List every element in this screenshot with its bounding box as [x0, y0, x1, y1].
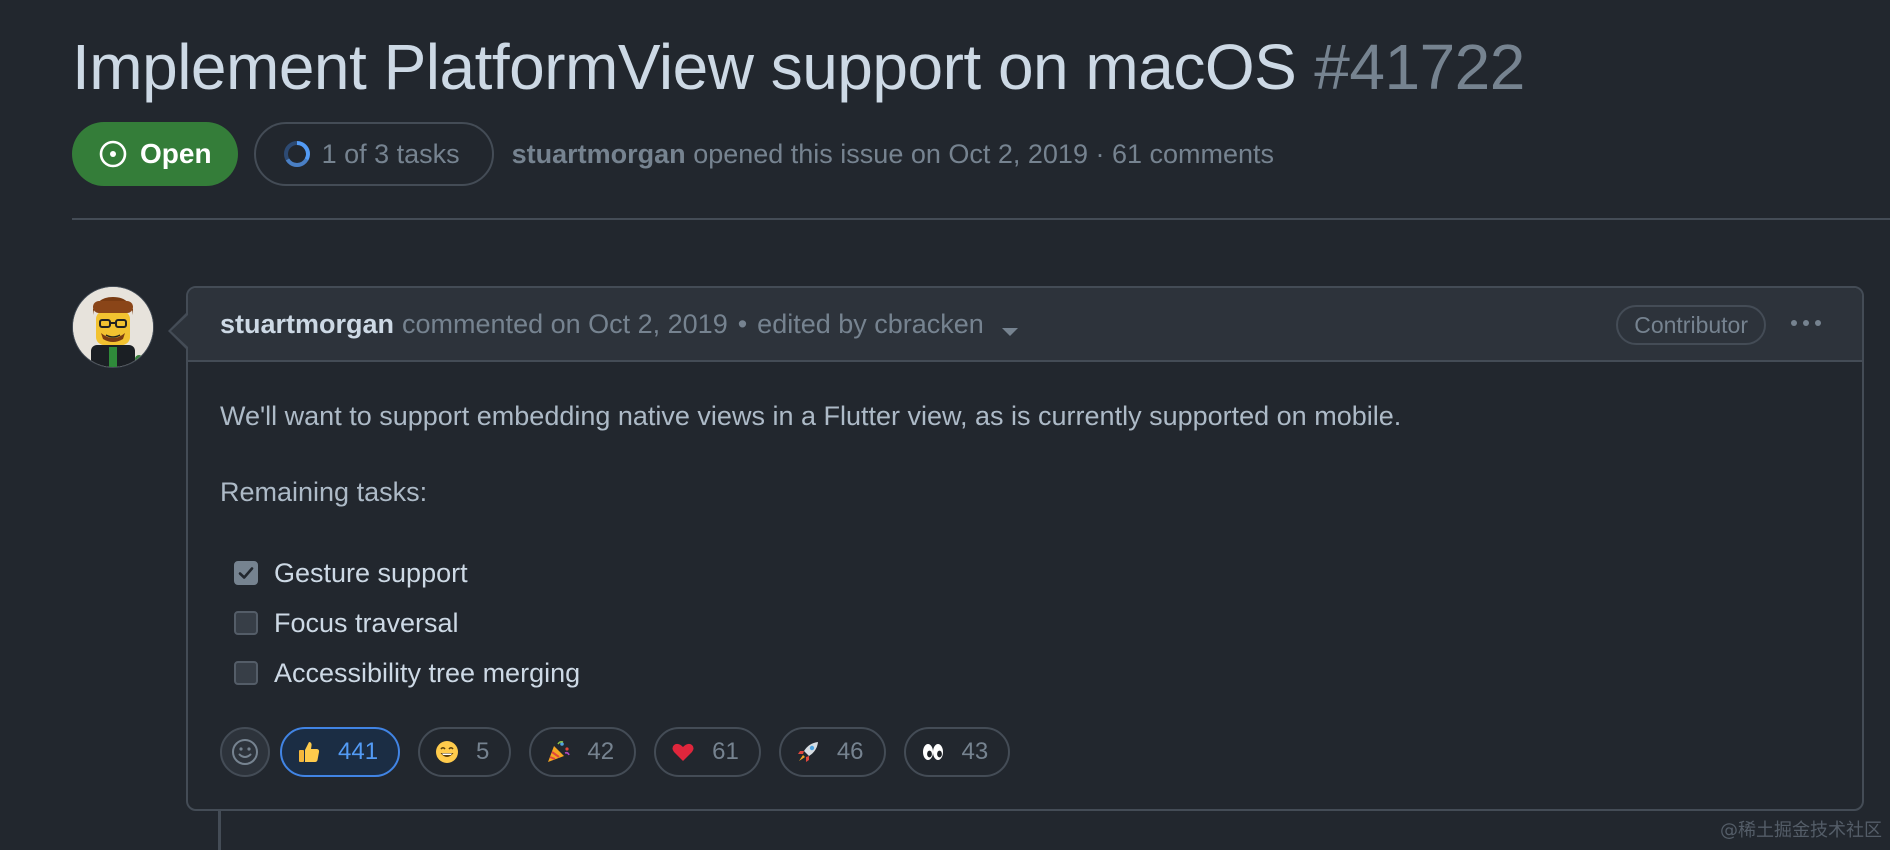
reaction-laugh[interactable]: 5 [418, 727, 512, 777]
reaction-count: 441 [338, 738, 379, 765]
comment-header-separator: • [737, 308, 748, 339]
task-checkbox[interactable] [234, 661, 258, 685]
comment-body: We'll want to support embedding native v… [220, 398, 1830, 698]
progress-ring-icon [282, 139, 312, 169]
smiley-icon [232, 739, 258, 765]
task-list: Gesture support Focus traversal Accessib… [220, 548, 1830, 698]
remaining-tasks-heading: Remaining tasks: [220, 477, 428, 507]
issue-opened-text: opened this issue on Oct 2, 2019 · 61 co… [693, 138, 1275, 169]
issue-state-label: Open [140, 138, 212, 169]
comment-intro-text: We'll want to support embedding native v… [220, 401, 1402, 431]
rocket-icon [795, 739, 821, 765]
party-popper-icon [545, 739, 571, 765]
tasks-progress-pill[interactable]: 1 of 3 tasks [253, 122, 494, 186]
comment-header-meta: stuartmorgan commented on Oct 2, 2019 • … [220, 288, 1018, 360]
reaction-eyes[interactable]: 43 [903, 727, 1011, 777]
comment-options-button[interactable] [1786, 308, 1826, 338]
avatar[interactable] [72, 286, 154, 368]
eyes-icon [920, 739, 946, 765]
comment-pointer [171, 315, 188, 347]
reaction-count: 46 [836, 738, 864, 765]
comment-author-link[interactable]: stuartmorgan [220, 309, 394, 340]
add-reaction-button[interactable] [220, 727, 270, 777]
kebab-dot-icon [1815, 320, 1821, 326]
timeline-line [218, 810, 221, 850]
reaction-count: 61 [712, 738, 739, 765]
task-list-item: Accessibility tree merging [220, 648, 1830, 698]
reaction-count: 42 [587, 738, 615, 765]
comment-edited-label: edited by cbracken [757, 308, 984, 339]
task-checkbox[interactable] [234, 611, 258, 635]
header-divider [72, 218, 1890, 220]
issue-opened-icon [98, 139, 128, 169]
comment-header: stuartmorgan commented on Oct 2, 2019 • … [188, 288, 1862, 362]
task-label: Gesture support [274, 557, 468, 588]
reaction-heart[interactable]: 61 [654, 727, 761, 777]
chevron-down-icon [1001, 327, 1018, 336]
issue-meta-row: Open 1 of 3 tasks stuartmorgan opened th… [72, 122, 1274, 186]
reaction-rocket[interactable]: 46 [778, 727, 886, 777]
issue-title-row: Implement PlatformView support on macOS #… [72, 28, 1525, 106]
task-checkbox-checked[interactable] [234, 561, 258, 585]
task-list-item: Focus traversal [220, 598, 1830, 648]
kebab-dot-icon [1803, 320, 1809, 326]
checkmark-icon [238, 567, 254, 579]
kebab-dot-icon [1791, 320, 1797, 326]
comment-timestamp[interactable]: commented on Oct 2, 2019 [402, 309, 728, 340]
comment-box: stuartmorgan commented on Oct 2, 2019 • … [186, 286, 1864, 811]
issue-opened-meta: stuartmorgan opened this issue on Oct 2,… [512, 139, 1274, 170]
reaction-count: 5 [476, 738, 490, 765]
contributor-badge: Contributor [1616, 305, 1766, 345]
laugh-icon [434, 739, 460, 765]
task-label: Focus traversal [274, 607, 459, 638]
issue-page: Implement PlatformView support on macOS #… [0, 0, 1890, 850]
tasks-progress-label: 1 of 3 tasks [321, 138, 460, 169]
thumbs-up-icon [296, 739, 322, 765]
issue-author-link[interactable]: stuartmorgan [512, 139, 686, 169]
issue-title: Implement PlatformView support on macOS [72, 31, 1297, 103]
issue-state-badge: Open [72, 122, 238, 186]
reaction-hooray[interactable]: 42 [529, 727, 637, 777]
reaction-count: 43 [961, 738, 989, 765]
issue-number: #41722 [1314, 31, 1525, 103]
task-label: Accessibility tree merging [274, 657, 581, 688]
heart-icon [670, 739, 696, 765]
reaction-thumbs-up[interactable]: 441 [280, 727, 401, 777]
reactions-bar: 441 5 42 61 46 43 [220, 727, 1028, 777]
task-list-item: Gesture support [220, 548, 1830, 598]
watermark: @稀土掘金技术社区 [1720, 820, 1882, 841]
comment-edited-dropdown[interactable]: edited by cbracken [757, 309, 1018, 340]
